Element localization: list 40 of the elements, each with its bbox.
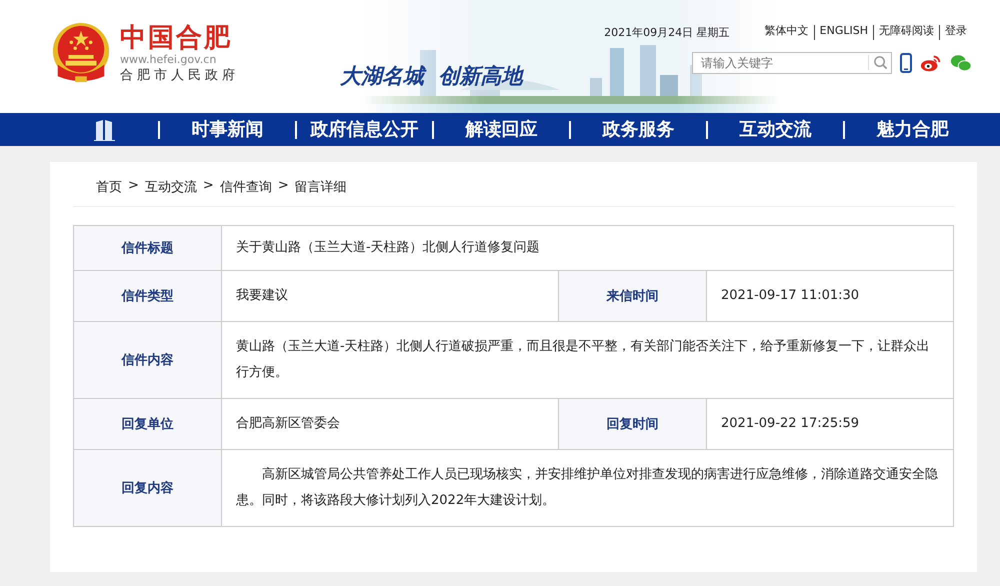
nav-item[interactable]: 时事新闻 xyxy=(158,120,295,138)
phone-icon[interactable] xyxy=(900,53,912,73)
nav-item[interactable]: 解读回应 xyxy=(432,120,569,138)
nav-item[interactable]: 政府信息公开 xyxy=(295,120,432,138)
field-label: 信件内容 xyxy=(74,322,222,398)
field-label: 回复单位 xyxy=(74,399,222,449)
breadcrumb-link[interactable]: 互动交流 xyxy=(144,178,197,206)
header-link[interactable]: 登录 xyxy=(940,25,972,40)
field-label: 回复时间 xyxy=(559,399,707,449)
field-label: 信件类型 xyxy=(74,271,222,321)
date-text: 2021年09月24日 星期五 xyxy=(604,25,730,40)
field-value: 黄山路（玉兰大道-天柱路）北侧人行道破损严重，而且很是不平整，有关部门能否关注下，给予重新修复一下，让群众出行方便。 xyxy=(235,338,931,382)
breadcrumb-link[interactable]: 首页 xyxy=(96,178,122,206)
header-link[interactable]: 无障碍阅读 xyxy=(874,25,940,40)
site-url: www.hefei.gov.cn xyxy=(120,53,218,67)
header-link[interactable]: 繁体中文 xyxy=(760,25,815,40)
nav-item[interactable]: 互动交流 xyxy=(706,120,843,138)
breadcrumb-separator: > xyxy=(128,178,139,195)
header-link[interactable]: ENGLISH xyxy=(814,25,874,40)
nav-item[interactable]: 魅力合肥 xyxy=(843,120,980,138)
breadcrumb-link[interactable]: 信件查询 xyxy=(220,178,272,206)
search-field[interactable]: 请输入关键字 xyxy=(692,52,892,74)
breadcrumb-link[interactable]: 留言详细 xyxy=(294,178,347,206)
field-value: 关于黄山路（玉兰大道-天柱路）北侧人行道修复问题 xyxy=(235,239,541,257)
slogan: 大湖名城 创新高地 xyxy=(340,63,523,90)
wechat-icon[interactable] xyxy=(950,53,972,73)
search-icon[interactable] xyxy=(868,55,888,70)
nav-item[interactable]: 政务服务 xyxy=(569,120,706,138)
site-subtitle: 合肥市人民政府 xyxy=(120,67,239,85)
breadcrumb-separator: > xyxy=(202,178,214,195)
field-label: 来信时间 xyxy=(559,271,707,321)
breadcrumb-separator: > xyxy=(278,178,289,195)
field-label: 回复内容 xyxy=(74,450,222,526)
weibo-icon[interactable] xyxy=(920,53,942,73)
building-icon[interactable] xyxy=(92,118,118,142)
field-value: 2021-09-22 17:25:59 xyxy=(720,415,860,433)
field-label: 信件标题 xyxy=(74,226,222,270)
field-value: 高新区城管局公共管养处工作人员已现场核实，并安排维护单位对排查发现的病害进行应急维修，消除道路交通安全隐患。同时，将该路段大修计划列入2022年大建设计划。 xyxy=(235,466,939,510)
field-value: 2021-09-17 11:01:30 xyxy=(720,287,860,305)
site-title: 中国合肥 xyxy=(120,23,233,53)
